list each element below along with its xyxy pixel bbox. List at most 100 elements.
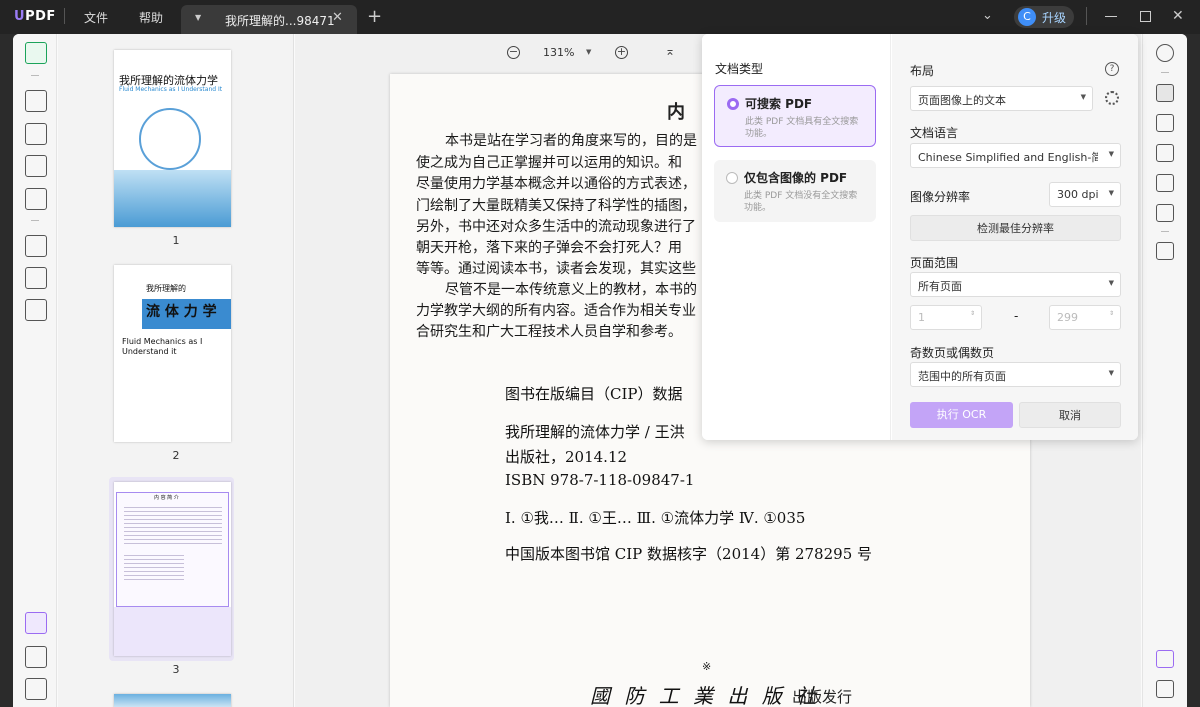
body-text-line: 使之成为自己正掌握并可以运用的知识。和: [416, 155, 682, 171]
odd-even-label: 奇数页或偶数页: [910, 346, 995, 360]
page-thumbnail-1[interactable]: 我所理解的流体力学 Fluid Mechanics as I Understan…: [114, 50, 231, 227]
resolution-select[interactable]: 300 dpi ▼: [1049, 182, 1121, 207]
page-thumbnail-4[interactable]: [114, 694, 231, 707]
chevron-down-icon[interactable]: ⌄: [982, 8, 993, 23]
restore-icon[interactable]: [1140, 11, 1151, 22]
publisher-seal: 國 防 工 業 出 版 社: [590, 684, 821, 707]
email-icon[interactable]: [1156, 204, 1174, 222]
cip-line: 出版社，2014.12: [505, 448, 628, 466]
page-number-label: 2: [172, 449, 180, 462]
publisher-text: 出版发行: [792, 688, 853, 706]
radio-unselected[interactable]: [726, 172, 738, 184]
thumbnail-text-lines: [124, 504, 222, 544]
radio-selected[interactable]: [727, 98, 739, 110]
toolbar-divider: [1161, 231, 1169, 232]
fill-sign-icon[interactable]: [25, 188, 47, 210]
menu-file[interactable]: 文件: [84, 9, 108, 26]
upgrade-label: 升级: [1042, 11, 1067, 25]
zoom-dropdown-icon[interactable]: ▼: [586, 48, 591, 56]
thumbnail-panel: 我所理解的流体力学 Fluid Mechanics as I Understan…: [58, 34, 294, 707]
body-text-line: 另外，书中还对众多生活中的流动现象进行了: [416, 219, 696, 235]
cip-number: 中国版本图书馆 CIP 数据核字（2014）第 278295 号: [505, 545, 873, 563]
left-toolbar: [13, 34, 57, 707]
body-text-line: 尽量使用力学基本概念并以通俗的方式表述，: [416, 176, 696, 192]
stepper-icon[interactable]: ⇕: [970, 310, 975, 317]
body-text-line: 门绘制了大量既精美又保持了科学性的插图，: [416, 198, 696, 214]
bookmark-icon[interactable]: [25, 646, 47, 668]
range-to-input[interactable]: 299 ⇕: [1049, 305, 1121, 330]
avatar: C: [1018, 8, 1036, 26]
window-close-icon[interactable]: ✕: [1172, 8, 1184, 24]
toolbar-divider: [1161, 72, 1169, 73]
upgrade-button[interactable]: C 升级: [1014, 6, 1074, 28]
ai-assistant-icon[interactable]: [1156, 650, 1174, 668]
page-thumbnail-2[interactable]: 我所理解的 流 体 力 学 Fluid Mechanics as I Under…: [114, 265, 231, 442]
page-number-label: 3: [172, 663, 180, 676]
cancel-button[interactable]: 取消: [1019, 402, 1121, 428]
chevron-down-icon: ▼: [1108, 279, 1114, 287]
body-text-line: 本书是站在学习者的角度来写的，目的是: [445, 133, 697, 149]
comment-icon[interactable]: [25, 90, 47, 112]
document-tab[interactable]: ▼ 我所理解的...98471 ✕: [181, 5, 357, 34]
language-select[interactable]: Chinese Simplified and English-简体... ▼: [910, 143, 1121, 168]
detect-resolution-button[interactable]: 检测最佳分辨率: [910, 215, 1121, 241]
crop-icon[interactable]: [25, 267, 47, 289]
page-range-select[interactable]: 所有页面 ▼: [910, 272, 1121, 297]
option-description: 此类 PDF 文档没有全文搜索功能。: [744, 191, 858, 213]
attachment-icon[interactable]: [25, 678, 47, 700]
reader-icon[interactable]: [25, 42, 47, 64]
odd-even-select[interactable]: 范围中的所有页面 ▼: [910, 362, 1121, 387]
menu-help[interactable]: 帮助: [139, 9, 163, 26]
zoom-out-icon[interactable]: −: [507, 46, 520, 59]
gear-icon[interactable]: [1105, 91, 1119, 105]
option-image-only-pdf[interactable]: 仅包含图像的 PDF 此类 PDF 文档没有全文搜索功能。: [714, 160, 876, 222]
title-divider: [64, 8, 65, 24]
convert-icon[interactable]: [1156, 114, 1174, 132]
stepper-icon[interactable]: ⇕: [1109, 310, 1114, 317]
option-title: 可搜索 PDF: [745, 97, 813, 111]
zoom-level[interactable]: 131%: [543, 46, 574, 59]
cip-classification: Ⅰ. ①我… Ⅱ. ①王… Ⅲ. ①流体力学 Ⅳ. ①035: [505, 509, 806, 527]
option-searchable-pdf[interactable]: 可搜索 PDF 此类 PDF 文档具有全文搜索功能。: [714, 85, 876, 147]
minimize-icon[interactable]: [1105, 16, 1117, 17]
app-logo: UPDF: [14, 9, 56, 24]
cip-line: 我所理解的流体力学 / 王洪: [505, 423, 685, 441]
save-icon[interactable]: [1156, 242, 1174, 260]
search-icon[interactable]: [1156, 44, 1174, 62]
share-icon[interactable]: [1156, 174, 1174, 192]
first-page-icon[interactable]: ⌅: [665, 44, 675, 58]
page-thumbnail-3[interactable]: 内 容 简 介: [114, 482, 231, 656]
comments-list-icon[interactable]: [1156, 680, 1174, 698]
language-value: Chinese Simplified and English-简体...: [918, 151, 1098, 164]
thumbnail-subtitle: Fluid Mechanics as I Understand It: [119, 86, 223, 93]
layers-icon[interactable]: [25, 612, 47, 634]
tab-title: 我所理解的...98471: [225, 14, 335, 28]
window-divider: [1086, 7, 1087, 25]
body-text-line: 合研究生和广大工程技术人员自学和参考。: [416, 324, 682, 340]
range-from-input[interactable]: 1 ⇕: [910, 305, 982, 330]
form-icon[interactable]: [25, 155, 47, 177]
ocr-icon[interactable]: [1156, 84, 1174, 102]
layout-label: 布局: [910, 64, 935, 78]
option-description: 此类 PDF 文档具有全文搜索功能。: [745, 117, 859, 139]
zoom-in-icon[interactable]: +: [615, 46, 628, 59]
thumbnail-title: 内 容 简 介: [154, 495, 179, 501]
run-ocr-button[interactable]: 执行 OCR: [910, 402, 1013, 428]
tab-close-icon[interactable]: ✕: [332, 10, 343, 25]
body-text-line: 朝天开枪，落下来的子弹会不会打死人？用: [416, 240, 682, 256]
chevron-down-icon: ▼: [1080, 93, 1086, 101]
protect-icon[interactable]: [1156, 144, 1174, 162]
organize-pages-icon[interactable]: [25, 235, 47, 257]
new-tab-icon[interactable]: +: [367, 6, 382, 27]
page-tools-icon[interactable]: [25, 299, 47, 321]
layout-select[interactable]: 页面图像上的文本 ▼: [910, 86, 1093, 111]
edit-pdf-icon[interactable]: [25, 123, 47, 145]
ocr-settings-section: 布局 ? 页面图像上的文本 ▼ 文档语言 Chinese Simplified a…: [892, 34, 1138, 440]
body-text-line: 尽管不是一本传统意义上的教材，本书的: [445, 282, 697, 298]
help-icon[interactable]: ?: [1105, 62, 1119, 76]
tab-dropdown-icon[interactable]: ▼: [195, 13, 201, 22]
range-from-value: 1: [918, 311, 925, 324]
page-range-label: 页面范围: [910, 256, 959, 270]
page-heading: 内: [667, 102, 685, 123]
toolbar-divider: [31, 75, 39, 76]
